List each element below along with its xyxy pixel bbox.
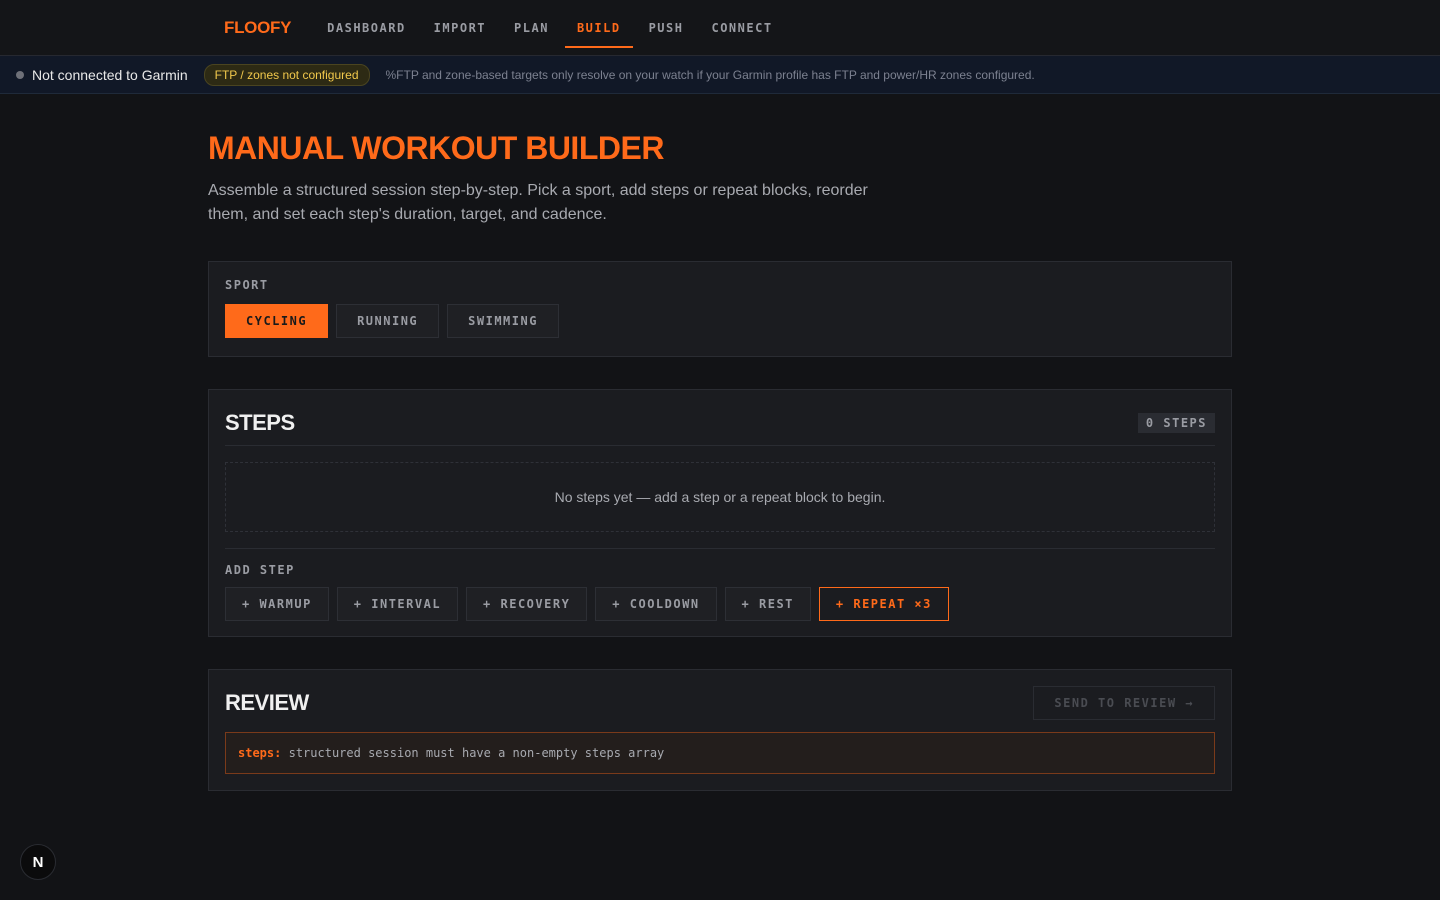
steps-divider [225, 548, 1215, 549]
top-nav: FLOOFY DASHBOARD IMPORT PLAN BUILD PUSH … [0, 0, 1440, 56]
error-message: structured session must have a non-empty… [288, 746, 665, 760]
sport-options: CYCLING RUNNING SWIMMING [225, 304, 1215, 338]
page-title: MANUAL WORKOUT BUILDER [208, 130, 664, 166]
add-recovery-button[interactable]: + RECOVERY [466, 587, 588, 621]
nextjs-dev-badge-icon[interactable]: N [20, 844, 56, 880]
connection-status-dot-icon [16, 70, 24, 79]
status-bar: Not connected to Garmin FTP / zones not … [0, 56, 1440, 94]
nav-item-import[interactable]: IMPORT [422, 0, 498, 56]
add-rest-button[interactable]: + REST [724, 587, 811, 621]
add-step-label: ADD STEP [225, 563, 295, 577]
nav-item-dashboard[interactable]: DASHBOARD [315, 0, 418, 56]
sport-option-cycling[interactable]: CYCLING [225, 304, 329, 338]
steps-count-badge: 0 STEPS [1137, 412, 1215, 433]
brand-logo[interactable]: FLOOFY [224, 18, 291, 38]
page-description: Assemble a structured session step-by-st… [208, 182, 868, 223]
steps-empty-message: No steps yet — add a step or a repeat bl… [554, 489, 886, 505]
nav-items: DASHBOARD IMPORT PLAN BUILD PUSH CONNECT [313, 0, 786, 56]
status-note: %FTP and zone-based targets only resolve… [385, 67, 1035, 82]
ftp-warning-badge: FTP / zones not configured [203, 63, 370, 86]
validation-error: steps: structured session must have a no… [225, 732, 1215, 774]
error-key: steps: [238, 746, 282, 760]
sport-card: SPORT CYCLING RUNNING SWIMMING [208, 261, 1232, 357]
add-cooldown-button[interactable]: + COOLDOWN [595, 587, 717, 621]
nav-item-plan[interactable]: PLAN [502, 0, 561, 56]
sport-option-running[interactable]: RUNNING [336, 304, 440, 338]
steps-header: STEPS 0 STEPS [225, 406, 1215, 446]
add-repeat-button[interactable]: + REPEAT ×3 [818, 587, 949, 621]
steps-empty-state: No steps yet — add a step or a repeat bl… [225, 462, 1215, 532]
nav-item-connect[interactable]: CONNECT [699, 0, 784, 56]
review-card: REVIEW SEND TO REVIEW → steps: structure… [208, 669, 1232, 791]
send-to-review-button[interactable]: SEND TO REVIEW → [1033, 686, 1215, 720]
review-header: REVIEW SEND TO REVIEW → [225, 686, 1215, 720]
add-warmup-button[interactable]: + WARMUP [225, 587, 329, 621]
nav-item-push[interactable]: PUSH [637, 0, 696, 56]
add-interval-button[interactable]: + INTERVAL [336, 587, 459, 621]
steps-card: STEPS 0 STEPS No steps yet — add a step … [208, 389, 1232, 637]
connection-status-text: Not connected to Garmin [32, 66, 188, 83]
main-content: MANUAL WORKOUT BUILDER Assemble a struct… [208, 94, 1232, 791]
review-title: REVIEW [225, 690, 309, 715]
steps-title: STEPS [225, 409, 295, 435]
sport-option-swimming[interactable]: SWIMMING [447, 304, 559, 338]
add-step-buttons: + WARMUP + INTERVAL + RECOVERY + COOLDOW… [225, 587, 1215, 621]
nav-item-build[interactable]: BUILD [564, 0, 633, 56]
sport-label: SPORT [225, 278, 269, 292]
